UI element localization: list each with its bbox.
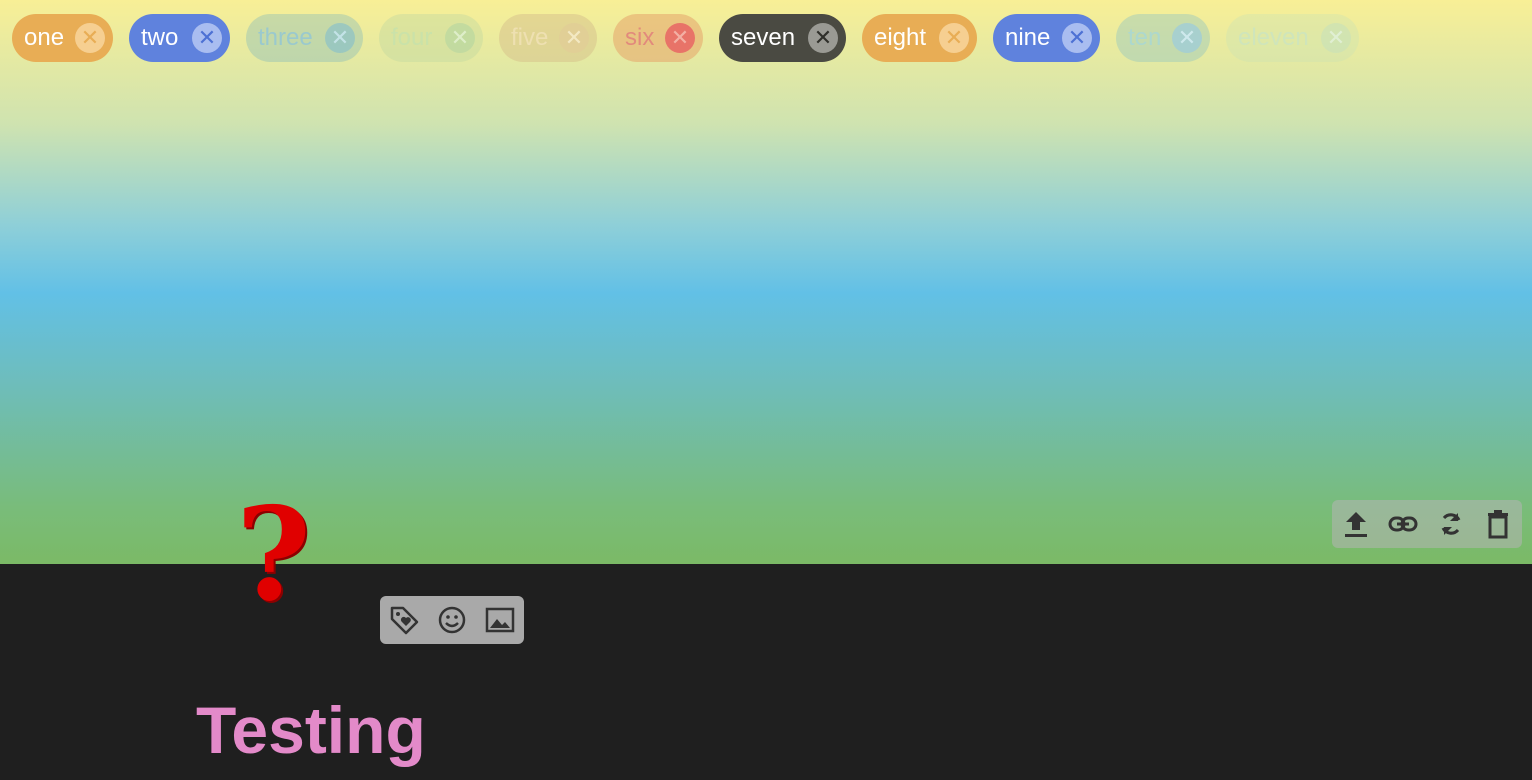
link-icon[interactable] bbox=[1380, 500, 1428, 548]
tag-label: six bbox=[625, 24, 655, 51]
tag-heart-icon[interactable] bbox=[380, 596, 428, 644]
close-circle-icon[interactable]: ✕ bbox=[192, 23, 222, 53]
tag-four[interactable]: four ✕ bbox=[379, 14, 483, 62]
close-circle-icon[interactable]: ✕ bbox=[559, 23, 589, 53]
emoji-icon[interactable] bbox=[428, 596, 476, 644]
close-circle-icon[interactable]: ✕ bbox=[939, 23, 969, 53]
close-circle-icon[interactable]: ✕ bbox=[445, 23, 475, 53]
tag-two[interactable]: two ✕ bbox=[129, 14, 230, 62]
page-title[interactable]: Testing bbox=[196, 690, 426, 770]
trash-icon[interactable] bbox=[1475, 500, 1523, 548]
close-circle-icon[interactable]: ✕ bbox=[665, 23, 695, 53]
close-circle-icon[interactable]: ✕ bbox=[1062, 23, 1092, 53]
tag-label: eleven bbox=[1238, 24, 1309, 51]
image-icon[interactable] bbox=[476, 596, 524, 644]
insert-toolbar bbox=[380, 596, 524, 644]
tag-ten[interactable]: ten ✕ bbox=[1116, 14, 1210, 62]
tag-label: one bbox=[24, 24, 65, 51]
close-circle-icon[interactable]: ✕ bbox=[808, 23, 838, 53]
question-mark-icon: ? bbox=[236, 480, 311, 630]
close-circle-icon[interactable]: ✕ bbox=[325, 23, 355, 53]
tag-eight[interactable]: eight ✕ bbox=[862, 14, 977, 62]
cover-image-banner: one ✕ two ✕ three ✕ four ✕ five ✕ six ✕ … bbox=[0, 0, 1532, 564]
tag-six[interactable]: six ✕ bbox=[613, 14, 703, 62]
tag-label: nine bbox=[1005, 24, 1051, 51]
image-toolbar bbox=[1332, 500, 1522, 548]
tag-eleven[interactable]: eleven ✕ bbox=[1226, 14, 1359, 62]
tag-one[interactable]: one ✕ bbox=[12, 14, 113, 62]
tag-label: ten bbox=[1128, 24, 1162, 51]
tag-label: four bbox=[391, 24, 433, 51]
tag-three[interactable]: three ✕ bbox=[246, 14, 363, 62]
close-circle-icon[interactable]: ✕ bbox=[75, 23, 105, 53]
tag-label: seven bbox=[731, 24, 796, 51]
tag-label: two bbox=[141, 24, 179, 51]
close-circle-icon[interactable]: ✕ bbox=[1172, 23, 1202, 53]
tag-label: eight bbox=[874, 24, 927, 51]
tag-nine[interactable]: nine ✕ bbox=[993, 14, 1100, 62]
tag-seven[interactable]: seven ✕ bbox=[719, 14, 846, 62]
close-circle-icon[interactable]: ✕ bbox=[1321, 23, 1351, 53]
tag-label: three bbox=[258, 24, 313, 51]
tag-five[interactable]: five ✕ bbox=[499, 14, 597, 62]
tag-label: five bbox=[511, 24, 549, 51]
upload-icon[interactable] bbox=[1332, 500, 1380, 548]
refresh-icon[interactable] bbox=[1427, 500, 1475, 548]
